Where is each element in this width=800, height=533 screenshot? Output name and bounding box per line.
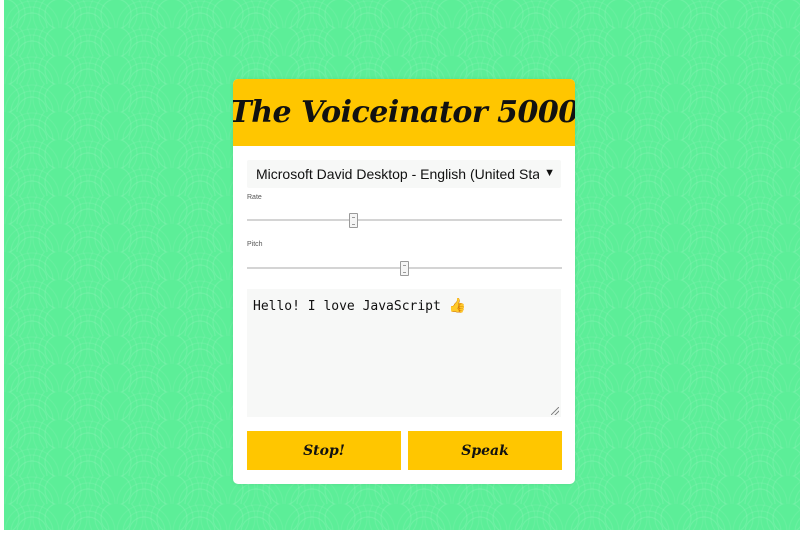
message-content: Hello! I love JavaScript 👍 <box>253 298 466 314</box>
voiceinator-panel: The Voiceinator 5000 Microsoft David Des… <box>233 79 575 484</box>
speak-button[interactable]: Speak <box>408 431 562 470</box>
voice-select-value: Microsoft David Desktop - English (Unite… <box>256 166 539 182</box>
message-textarea[interactable]: Hello! I love JavaScript 👍 <box>247 289 561 417</box>
stop-button[interactable]: Stop! <box>247 431 401 470</box>
voice-dropdown[interactable]: Microsoft David Desktop - English (Unite… <box>247 160 561 188</box>
rate-label: Rate <box>247 194 262 201</box>
resize-handle-icon[interactable] <box>551 407 559 415</box>
thumbs-up-icon: 👍 <box>448 298 467 314</box>
rate-slider[interactable] <box>247 213 562 228</box>
message-text: Hello! I love JavaScript <box>253 299 441 314</box>
pitch-slider-thumb[interactable] <box>400 261 409 276</box>
dropdown-arrow-icon: ▼ <box>544 167 555 179</box>
pitch-label: Pitch <box>247 241 263 248</box>
app-title: The Voiceinator 5000 <box>233 95 575 130</box>
pitch-slider[interactable] <box>247 261 562 276</box>
header-banner: The Voiceinator 5000 <box>233 79 575 146</box>
rate-slider-thumb[interactable] <box>349 213 358 228</box>
